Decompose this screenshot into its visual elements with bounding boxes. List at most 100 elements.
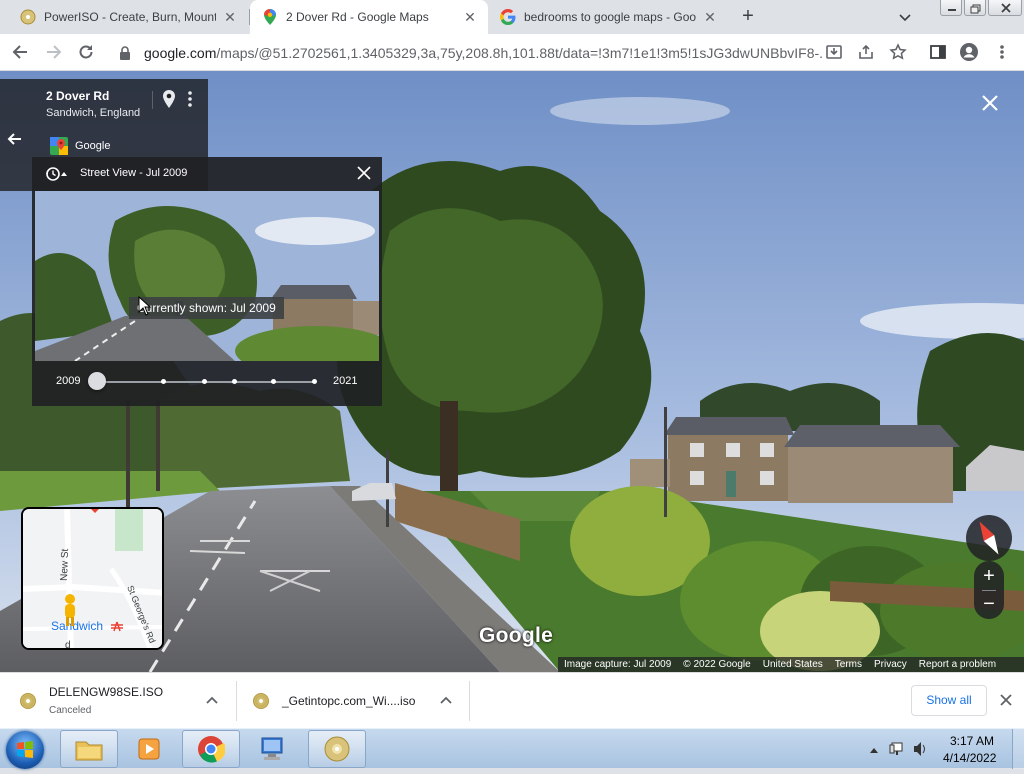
more-options-icon[interactable] <box>186 90 194 108</box>
download-item[interactable]: _Getintopc.com_Wi....iso <box>237 673 469 729</box>
address-bar[interactable]: google.com/maps/@51.2702561,1.3405329,3a… <box>108 38 916 67</box>
street-label: New St <box>59 548 71 581</box>
show-all-downloads-button[interactable]: Show all <box>911 685 987 716</box>
bookmark-star-icon[interactable] <box>888 42 908 62</box>
taskbar-network-button[interactable] <box>244 730 302 768</box>
minimize-button[interactable] <box>940 0 962 16</box>
back-arrow-icon[interactable] <box>10 42 30 62</box>
terms-link[interactable]: Terms <box>835 659 862 670</box>
download-status: Canceled <box>49 705 92 716</box>
imagery-source-label: Google <box>75 140 111 152</box>
compass-icon[interactable] <box>964 513 1014 563</box>
map-pin-icon[interactable] <box>162 90 176 108</box>
share-icon[interactable] <box>856 42 876 62</box>
timeline-start-label: 2009 <box>56 375 81 387</box>
browser-menu-icon[interactable] <box>992 42 1012 62</box>
google-icon <box>500 9 516 25</box>
download-filename: DELENGW98SE.ISO <box>49 685 164 699</box>
close-window-button[interactable] <box>988 0 1022 16</box>
lock-icon[interactable] <box>118 45 134 61</box>
time-machine-title: Street View - Jul 2009 <box>80 167 188 179</box>
media-player-icon <box>138 738 160 760</box>
show-hidden-icons-icon[interactable] <box>870 748 878 753</box>
window-controls <box>940 0 1022 16</box>
taskbar-explorer-button[interactable] <box>60 730 118 768</box>
tab-title: PowerISO - Create, Burn, Mount, <box>44 10 216 24</box>
close-tab-icon[interactable]: ✕ <box>702 9 718 25</box>
download-shelf: DELENGW98SE.ISO Canceled _Getintopc.com_… <box>0 672 1024 728</box>
google-watermark: Google <box>479 624 554 647</box>
street-view-preview-thumbnail[interactable] <box>35 191 379 361</box>
system-tray <box>866 729 936 769</box>
clock-time[interactable]: 3:17 AM <box>950 734 994 748</box>
timeline-stop[interactable] <box>271 379 276 384</box>
restore-button[interactable] <box>964 0 986 16</box>
chevron-up-icon[interactable] <box>205 693 219 707</box>
zoom-out-button[interactable]: − <box>974 590 1004 618</box>
timeline-stop[interactable] <box>161 379 166 384</box>
tab-google-search[interactable]: bedrooms to google maps - Goo ✕ <box>488 0 728 34</box>
close-tab-icon[interactable]: ✕ <box>462 9 478 25</box>
install-app-icon[interactable] <box>824 42 844 62</box>
timeline-stop[interactable] <box>202 379 207 384</box>
clock-date[interactable]: 4/14/2022 <box>943 751 996 765</box>
report-problem-link[interactable]: Report a problem <box>919 659 996 670</box>
taskbar-chrome-button[interactable] <box>182 730 240 768</box>
url-text: google.com/maps/@51.2702561,1.3405329,3a… <box>144 45 824 61</box>
poweriso-disc-icon <box>324 736 350 762</box>
tab-title: bedrooms to google maps - Goo <box>524 10 696 24</box>
mini-map[interactable]: New St St George's Rd Sandwich d <box>21 507 164 650</box>
mouse-cursor-icon <box>138 296 152 316</box>
profile-avatar-icon[interactable] <box>959 42 979 62</box>
download-filename: _Getintopc.com_Wi....iso <box>282 694 416 708</box>
town-label: Sandwich <box>51 619 103 633</box>
divider <box>152 91 153 109</box>
divider <box>469 681 470 721</box>
country-link[interactable]: United States <box>763 659 823 670</box>
back-arrow-icon[interactable] <box>6 131 26 151</box>
place-title: 2 Dover Rd <box>46 89 110 103</box>
timeline-stop[interactable] <box>232 379 237 384</box>
forward-arrow-icon[interactable] <box>44 42 64 62</box>
volume-icon[interactable] <box>914 742 925 756</box>
folder-icon <box>75 741 103 761</box>
close-tab-icon[interactable]: ✕ <box>222 9 238 25</box>
windows-taskbar: 3:17 AM 4/14/2022 <box>0 728 1024 769</box>
zoom-in-button[interactable]: + <box>974 562 1004 590</box>
timeline-track[interactable] <box>98 381 316 383</box>
side-panel-icon[interactable] <box>928 42 948 62</box>
new-tab-button[interactable]: + <box>737 6 759 28</box>
map-footer: Image capture: Jul 2009 © 2022 Google Un… <box>558 657 1024 672</box>
taskbar-poweriso-button[interactable] <box>308 730 366 768</box>
timeline-end-label: 2021 <box>333 375 358 387</box>
show-desktop-button[interactable] <box>1012 729 1024 769</box>
tab-title: 2 Dover Rd - Google Maps <box>286 10 429 24</box>
close-street-view-icon[interactable] <box>980 93 1000 113</box>
timeline-slider-handle[interactable] <box>88 372 106 390</box>
url-host: google.com <box>144 44 217 61</box>
street-label: d <box>65 640 71 650</box>
tab-poweriso[interactable]: PowerISO - Create, Burn, Mount, ✕ <box>8 0 248 34</box>
street-view[interactable]: 2 Dover Rd Sandwich, England Google Stre… <box>0 71 1024 672</box>
chevron-up-icon[interactable] <box>439 693 453 707</box>
close-icon[interactable] <box>355 164 373 182</box>
reload-icon[interactable] <box>76 42 96 62</box>
timeline-stop[interactable] <box>312 379 317 384</box>
tab-search-chevron-icon[interactable] <box>896 8 914 26</box>
tab-google-maps[interactable]: 2 Dover Rd - Google Maps ✕ <box>250 0 488 34</box>
history-clock-icon[interactable] <box>45 166 67 182</box>
tab-strip: PowerISO - Create, Burn, Mount, ✕ 2 Dove… <box>0 0 1024 34</box>
download-item[interactable]: DELENGW98SE.ISO Canceled <box>0 673 236 729</box>
network-status-icon[interactable] <box>889 742 903 755</box>
poweriso-icon <box>20 9 36 25</box>
privacy-link[interactable]: Privacy <box>874 659 907 670</box>
taskbar-media-player-button[interactable] <box>120 730 178 768</box>
close-shelf-icon[interactable] <box>998 692 1014 708</box>
place-subtitle: Sandwich, England <box>46 107 141 119</box>
disc-image-icon <box>20 693 36 709</box>
windows-logo-icon <box>17 741 33 758</box>
google-maps-logo-icon <box>50 137 68 155</box>
start-button[interactable] <box>6 731 44 769</box>
image-capture-date: Image capture: Jul 2009 <box>564 659 672 670</box>
time-machine-panel: Street View - Jul 2009 Currently shown: … <box>32 157 382 406</box>
